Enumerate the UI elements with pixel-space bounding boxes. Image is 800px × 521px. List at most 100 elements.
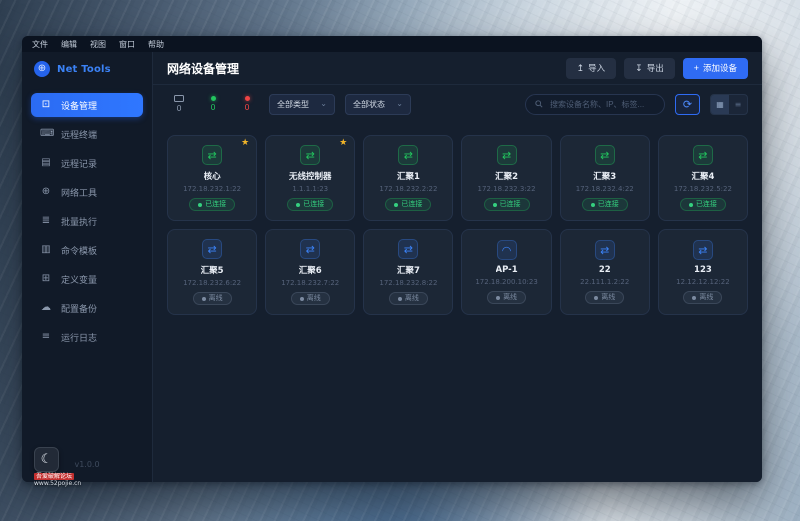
status-dot-icon (201, 296, 206, 301)
sidebar-nav-item[interactable]: ☁ 配置备份 (31, 296, 143, 320)
search-box (525, 93, 665, 115)
device-address: 172.18.232.5:22 (673, 185, 732, 193)
moon-icon: ☾ (40, 452, 53, 467)
sidebar-nav-item[interactable]: ▤ 远程记录 (31, 151, 143, 175)
refresh-icon: ⟳ (682, 97, 693, 111)
device-status-badge: 已连接 (287, 198, 334, 211)
grid-view-button[interactable]: ▦ (711, 94, 729, 114)
export-button[interactable]: ↧ 导出 (624, 57, 675, 79)
wifi-icon: ◠ (496, 240, 517, 260)
device-card[interactable]: ★ ⇄ 汇聚2 172.18.232.3:22 已连接 (461, 135, 552, 221)
device-name: 123 (694, 265, 712, 275)
sidebar-nav-item[interactable]: ≣ 批量执行 (31, 209, 143, 233)
device-card[interactable]: ★ ⇄ 汇聚6 172.18.232.7:22 离线 (265, 229, 356, 315)
sidebar-nav-item[interactable]: ⌨ 远程终端 (31, 122, 143, 146)
app-brand-name: Net Tools (57, 63, 111, 75)
status-dot-icon (296, 202, 301, 207)
device-card[interactable]: ★ ⇄ 汇聚4 172.18.232.5:22 已连接 (657, 135, 748, 221)
status-label: 离线 (699, 293, 714, 301)
menu-item[interactable]: 窗口 (119, 39, 135, 50)
device-status-badge: 已连接 (581, 198, 628, 211)
device-address: 172.18.232.4:22 (575, 185, 634, 193)
sidebar-nav-item[interactable]: ⊕ 网络工具 (31, 180, 143, 204)
device-name: AP-1 (495, 265, 518, 275)
log-icon: ≡ (41, 331, 51, 342)
list-view-button[interactable]: ≡ (729, 95, 747, 114)
device-status-badge: 离线 (388, 292, 428, 305)
status-dot-icon (492, 202, 497, 207)
star-icon: ★ (241, 138, 250, 148)
watermark-app-icon: ☾ (34, 447, 59, 472)
menu-item[interactable]: 编辑 (61, 39, 77, 50)
offline-dot-icon (244, 96, 250, 101)
device-address: 172.18.232.2:22 (379, 185, 438, 193)
import-button[interactable]: ↥ 导入 (565, 57, 617, 79)
total-devices-count: 0 (176, 104, 182, 113)
device-name: 汇聚2 (495, 172, 519, 182)
device-card[interactable]: ★ ⇄ 22 22.111.1.2:22 离线 (559, 229, 650, 315)
sidebar-nav-item[interactable]: ⊞ 定义变量 (31, 267, 143, 291)
app-window: 文件 编辑 视图 窗口 帮助 ⊕ Net Tools ⊡ 设备管理 ⌨ 远程终端 ▤ 远… (22, 36, 762, 482)
switch-icon: ⇄ (300, 145, 321, 165)
view-mode-toggle: ▦ ≡ (710, 93, 748, 115)
sidebar-nav-item[interactable]: ≡ 运行日志 (31, 325, 143, 349)
device-status-badge: 已连接 (385, 198, 432, 211)
menu-item[interactable]: 文件 (32, 39, 48, 50)
device-card[interactable]: ★ ◠ AP-1 172.18.200.10:23 离线 (461, 229, 552, 315)
device-card[interactable]: ★ ⇄ 汇聚1 172.18.232.2:22 已连接 (363, 135, 454, 221)
device-monitor-icon: ⊡ (41, 99, 51, 110)
star-icon: ★ (339, 138, 348, 148)
device-status-badge: 离线 (290, 292, 330, 305)
device-name: 汇聚4 (691, 172, 715, 182)
plus-icon: + (693, 62, 699, 73)
device-status-badge: 离线 (585, 291, 625, 304)
device-address: 172.18.200.10:23 (475, 278, 538, 286)
status-label: 离线 (601, 293, 616, 301)
switch-icon: ⇄ (594, 145, 615, 165)
main-header: 网络设备管理 ↥ 导入 ↧ 导出 + 添加设备 (153, 52, 762, 85)
device-status-badge: 已连接 (679, 198, 726, 211)
device-address: 1.1.1.1:23 (292, 185, 329, 193)
sidebar-nav: ⊡ 设备管理 ⌨ 远程终端 ▤ 远程记录 ⊕ 网络工具 ≣ 批量执行 ▥ 命令模… (22, 93, 152, 349)
device-card[interactable]: ★ ⇄ 汇聚3 172.18.232.4:22 已连接 (559, 135, 650, 221)
search-input[interactable] (548, 98, 655, 110)
device-address: 22.111.1.2:22 (580, 278, 630, 286)
sidebar-nav-item[interactable]: ▥ 命令模板 (31, 238, 143, 262)
watermark-line1: 吾爱破解论坛 (34, 473, 75, 480)
device-card[interactable]: ★ ⇄ 核心 172.18.232.1:22 已连接 (167, 135, 258, 221)
export-icon: ↧ (635, 62, 643, 73)
sidebar-item-label: 定义变量 (61, 275, 98, 286)
watermark-line2: www.52pojie.cn (34, 480, 82, 487)
status-label: 离线 (306, 294, 321, 302)
page-title: 网络设备管理 (167, 61, 240, 76)
main-panel: 网络设备管理 ↥ 导入 ↧ 导出 + 添加设备 0 0 0 全部类型 ⌄ 全部状… (153, 52, 762, 482)
add-device-button[interactable]: + 添加设备 (682, 57, 748, 79)
device-card[interactable]: ★ ⇄ 无线控制器 1.1.1.1:23 已连接 (265, 135, 356, 221)
status-label: 离线 (208, 294, 223, 302)
device-card[interactable]: ★ ⇄ 汇聚5 172.18.232.6:22 离线 (167, 229, 258, 315)
type-filter-select[interactable]: 全部类型 ⌄ (269, 93, 335, 115)
devices-count-icon (174, 95, 184, 102)
status-label: 离线 (503, 293, 518, 301)
menu-item[interactable]: 帮助 (148, 39, 164, 50)
sidebar-item-label: 命令模板 (61, 246, 98, 257)
sidebar-item-label: 远程终端 (61, 130, 98, 141)
sidebar-item-label: 网络工具 (61, 188, 98, 199)
device-status-badge: 离线 (683, 291, 723, 304)
device-card[interactable]: ★ ⇄ 123 12.12.12.12:22 离线 (657, 229, 748, 315)
menu-item[interactable]: 视图 (90, 39, 106, 50)
online-devices-count: 0 (210, 103, 216, 112)
device-address: 172.18.232.1:22 (183, 185, 242, 193)
watermark: ☾ 吾爱破解论坛 www.52pojie.cn (34, 447, 92, 487)
switch-icon: ⇄ (202, 239, 223, 259)
device-address: 172.18.232.3:22 (477, 185, 536, 193)
status-filter-select[interactable]: 全部状态 ⌄ (345, 93, 411, 115)
grid-view-icon: ▦ (716, 99, 724, 109)
device-name: 无线控制器 (288, 172, 332, 182)
sidebar-nav-item[interactable]: ⊡ 设备管理 (31, 93, 143, 117)
status-dot-icon (692, 295, 697, 300)
status-dot-icon (594, 295, 599, 300)
refresh-button[interactable]: ⟳ (675, 93, 700, 115)
type-filter-value: 全部类型 (277, 99, 309, 109)
device-card[interactable]: ★ ⇄ 汇聚7 172.18.232.8:22 离线 (363, 229, 454, 315)
